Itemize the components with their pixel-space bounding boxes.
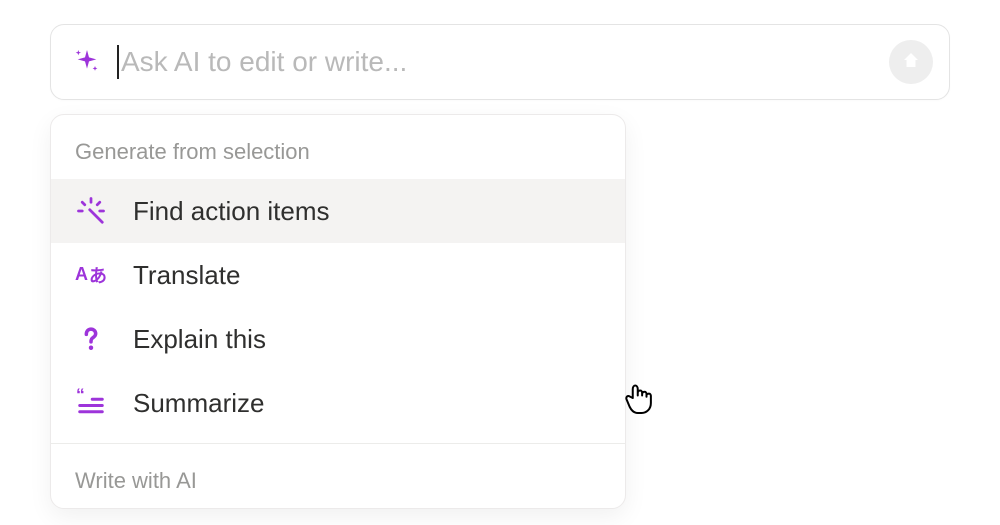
menu-item-label: Summarize: [133, 388, 264, 419]
menu-item-find-action-items[interactable]: Find action items: [51, 179, 625, 243]
translate-icon: A あ: [75, 259, 107, 291]
svg-text:あ: あ: [89, 266, 107, 286]
svg-text:“: “: [76, 388, 85, 405]
sparkle-icon: [71, 46, 103, 78]
summarize-icon: “: [75, 387, 107, 419]
menu-item-translate[interactable]: A あ Translate: [51, 243, 625, 307]
ai-input-field[interactable]: Ask AI to edit or write...: [117, 45, 889, 79]
ai-input-bar[interactable]: Ask AI to edit or write...: [50, 24, 950, 100]
question-icon: [75, 323, 107, 355]
menu-item-label: Translate: [133, 260, 240, 291]
submit-button[interactable]: [889, 40, 933, 84]
menu-item-label: Explain this: [133, 324, 266, 355]
section-header-write: Write with AI: [51, 444, 625, 508]
menu-item-summarize[interactable]: “ Summarize: [51, 371, 625, 435]
magic-wand-icon: [75, 195, 107, 227]
ai-input-placeholder: Ask AI to edit or write...: [121, 46, 407, 78]
arrow-up-icon: [899, 48, 923, 77]
text-cursor: [117, 45, 119, 79]
menu-item-explain-this[interactable]: Explain this: [51, 307, 625, 371]
ai-actions-menu: Generate from selection Find action item…: [50, 114, 626, 509]
menu-item-label: Find action items: [133, 196, 330, 227]
section-header-generate: Generate from selection: [51, 115, 625, 179]
svg-text:A: A: [75, 264, 88, 284]
